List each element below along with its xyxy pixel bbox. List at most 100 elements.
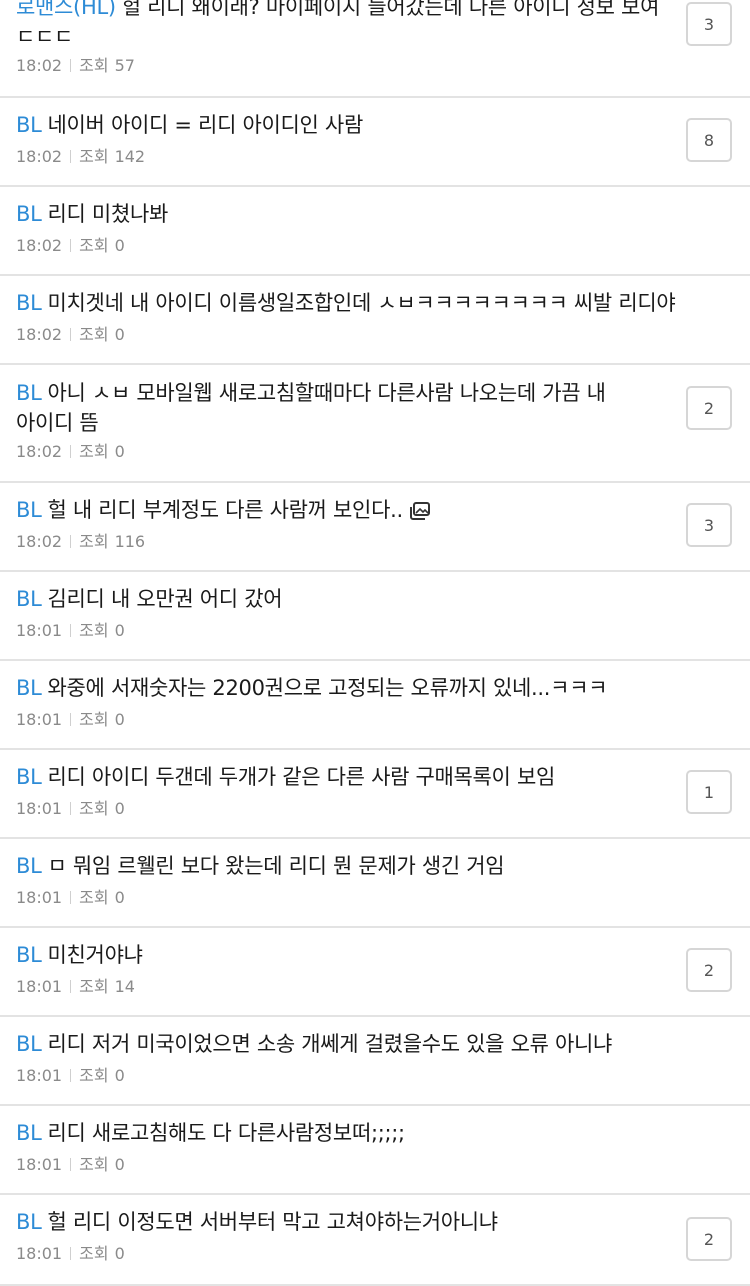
views-label: 조회 [79, 532, 109, 551]
post-title[interactable]: BL 와중에 서재숫자는 2200권으로 고정되는 오류까지 있네...ㅋㅋㅋ [16, 673, 736, 703]
comment-count-button[interactable]: 1 [686, 770, 732, 814]
views-count: 0 [114, 1155, 125, 1174]
comment-count-button[interactable]: 2 [686, 948, 732, 992]
meta-divider [70, 802, 72, 815]
meta-divider [70, 535, 72, 548]
post-category: BL [16, 202, 42, 226]
views-label: 조회 [79, 888, 109, 907]
post-meta: 18:02 조회 0 [16, 325, 125, 345]
list-item[interactable]: BL 리디 새로고침해도 다 다른사람정보떠;;;;; 18:01 조회 0 [0, 1106, 750, 1195]
comment-count-button[interactable]: 8 [686, 118, 732, 162]
post-category: BL [16, 381, 42, 405]
post-category: BL [16, 498, 42, 522]
list-item[interactable]: BL 네이버 아이디 = 리디 아이디인 사람 18:02 조회 142 8 [0, 98, 750, 187]
post-title[interactable]: BL 미친거야냐 [16, 940, 666, 970]
post-category: BL [16, 1210, 42, 1234]
post-title-text: ㅁ 뭐임 르웰린 보다 왔는데 리디 뭔 문제가 생긴 거임 [47, 854, 505, 878]
list-item[interactable]: BL 리디 아이디 두갠데 두개가 같은 다른 사람 구매목록이 보임 18:01… [0, 750, 750, 839]
list-item[interactable]: BL 리디 저거 미국이었으면 소송 개쎄게 걸렸을수도 있을 오류 아니냐 18… [0, 1017, 750, 1106]
post-meta: 18:02 조회 57 [16, 56, 135, 76]
comment-count-button[interactable]: 2 [686, 386, 732, 430]
views-label: 조회 [79, 1244, 109, 1263]
list-item[interactable]: BL 아니 ㅅㅂ 모바일웹 새로고침할때마다 다른사람 나오는데 가끔 내 아이디… [0, 365, 750, 483]
post-title[interactable]: BL 네이버 아이디 = 리디 아이디인 사람 [16, 110, 666, 140]
post-category: BL [16, 113, 42, 137]
meta-divider [70, 328, 72, 341]
views-label: 조회 [79, 799, 109, 818]
views-label: 조회 [79, 442, 109, 461]
meta-divider [70, 239, 72, 252]
post-title[interactable]: BL ㅁ 뭐임 르웰린 보다 왔는데 리디 뭔 문제가 생긴 거임 [16, 851, 666, 881]
post-title-text: 김리디 내 오만권 어디 갔어 [47, 587, 283, 611]
post-time: 18:01 [16, 1155, 63, 1174]
post-title-text: 미친거야냐 [47, 943, 143, 967]
post-meta: 18:02 조회 116 [16, 532, 145, 552]
post-list: 로맨스(HL) 헐 리디 왜이래? 마이페이지 들어갔는데 다른 아이디 정보 보… [0, 0, 750, 1286]
post-time: 18:01 [16, 799, 63, 818]
post-title[interactable]: 로맨스(HL) 헐 리디 왜이래? 마이페이지 들어갔는데 다른 아이디 정보 보… [16, 0, 666, 52]
views-count: 116 [114, 532, 146, 551]
post-title[interactable]: BL 리디 미쳤나봐 [16, 199, 666, 229]
comment-count-button[interactable]: 2 [686, 1217, 732, 1261]
list-item[interactable]: BL 미친거야냐 18:01 조회 14 2 [0, 928, 750, 1017]
post-title[interactable]: BL 김리디 내 오만권 어디 갔어 [16, 584, 666, 614]
list-item[interactable]: BL 헐 내 리디 부계정도 다른 사람꺼 보인다.. 18:02 조회 116 3 [0, 483, 750, 572]
post-category: BL [16, 943, 42, 967]
post-time: 18:02 [16, 236, 63, 255]
meta-divider [70, 1069, 72, 1082]
post-title[interactable]: BL 리디 아이디 두갠데 두개가 같은 다른 사람 구매목록이 보임 [16, 762, 666, 792]
comment-count-button[interactable]: 3 [686, 2, 732, 46]
post-title-text: 네이버 아이디 = 리디 아이디인 사람 [47, 113, 364, 137]
post-title-text: 리디 미쳤나봐 [47, 202, 169, 226]
list-item[interactable]: BL 미치겟네 내 아이디 이름생일조합인데 ㅅㅂㅋㅋㅋㅋㅋㅋㅋㅋ 씨발 리디야 … [0, 276, 750, 365]
list-item[interactable]: BL 헐 리디 이정도면 서버부터 막고 고쳐야하는거아니냐 18:01 조회 0 2 [0, 1195, 750, 1286]
meta-divider [70, 1247, 72, 1260]
views-count: 14 [114, 977, 135, 996]
views-label: 조회 [79, 147, 109, 166]
post-title-text: 리디 새로고침해도 다 다른사람정보떠;;;;; [47, 1121, 406, 1145]
post-time: 18:01 [16, 621, 63, 640]
post-title-text: 와중에 서재숫자는 2200권으로 고정되는 오류까지 있네...ㅋㅋㅋ [47, 676, 608, 700]
post-category: BL [16, 1121, 42, 1145]
post-meta: 18:01 조회 0 [16, 710, 125, 730]
post-title[interactable]: BL 미치겟네 내 아이디 이름생일조합인데 ㅅㅂㅋㅋㅋㅋㅋㅋㅋㅋ 씨발 리디야 [16, 288, 736, 318]
post-time: 18:02 [16, 147, 63, 166]
views-count: 0 [114, 442, 125, 461]
post-time: 18:01 [16, 1244, 63, 1263]
views-count: 57 [114, 56, 135, 75]
post-title-text: 헐 내 리디 부계정도 다른 사람꺼 보인다.. [47, 498, 404, 522]
meta-divider [70, 445, 72, 458]
post-title[interactable]: BL 리디 새로고침해도 다 다른사람정보떠;;;;; [16, 1118, 666, 1148]
list-item[interactable]: BL 와중에 서재숫자는 2200권으로 고정되는 오류까지 있네...ㅋㅋㅋ 1… [0, 661, 750, 750]
post-title-text: 헐 리디 이정도면 서버부터 막고 고쳐야하는거아니냐 [47, 1210, 499, 1234]
post-meta: 18:01 조회 0 [16, 799, 125, 819]
post-title[interactable]: BL 리디 저거 미국이었으면 소송 개쎄게 걸렸을수도 있을 오류 아니냐 [16, 1029, 736, 1059]
post-meta: 18:02 조회 142 [16, 147, 145, 167]
list-item[interactable]: 로맨스(HL) 헐 리디 왜이래? 마이페이지 들어갔는데 다른 아이디 정보 보… [0, 0, 750, 98]
views-label: 조회 [79, 1066, 109, 1085]
post-meta: 18:01 조회 0 [16, 1066, 125, 1086]
post-time: 18:01 [16, 710, 63, 729]
post-meta: 18:01 조회 0 [16, 888, 125, 908]
list-item[interactable]: BL 김리디 내 오만권 어디 갔어 18:01 조회 0 [0, 572, 750, 661]
post-title-text: 아니 ㅅㅂ 모바일웹 새로고침할때마다 다른사람 나오는데 가끔 내 아이디 뜸 [16, 381, 606, 435]
list-item[interactable]: BL 리디 미쳤나봐 18:02 조회 0 [0, 187, 750, 276]
post-title[interactable]: BL 헐 내 리디 부계정도 다른 사람꺼 보인다.. [16, 495, 666, 528]
meta-divider [70, 59, 72, 72]
meta-divider [70, 150, 72, 163]
views-count: 0 [114, 236, 125, 255]
post-time: 18:02 [16, 325, 63, 344]
post-title-text: 리디 저거 미국이었으면 소송 개쎄게 걸렸을수도 있을 오류 아니냐 [47, 1032, 613, 1056]
meta-divider [70, 624, 72, 637]
list-item[interactable]: BL ㅁ 뭐임 르웰린 보다 왔는데 리디 뭔 문제가 생긴 거임 18:01 조회… [0, 839, 750, 928]
post-title[interactable]: BL 아니 ㅅㅂ 모바일웹 새로고침할때마다 다른사람 나오는데 가끔 내 아이디… [16, 378, 666, 438]
post-meta: 18:02 조회 0 [16, 442, 125, 462]
comment-count-button[interactable]: 3 [686, 503, 732, 547]
post-meta: 18:01 조회 0 [16, 1244, 125, 1264]
post-time: 18:01 [16, 977, 63, 996]
meta-divider [70, 713, 72, 726]
views-count: 0 [114, 710, 125, 729]
meta-divider [70, 891, 72, 904]
post-title[interactable]: BL 헐 리디 이정도면 서버부터 막고 고쳐야하는거아니냐 [16, 1207, 666, 1237]
post-time: 18:02 [16, 56, 63, 75]
